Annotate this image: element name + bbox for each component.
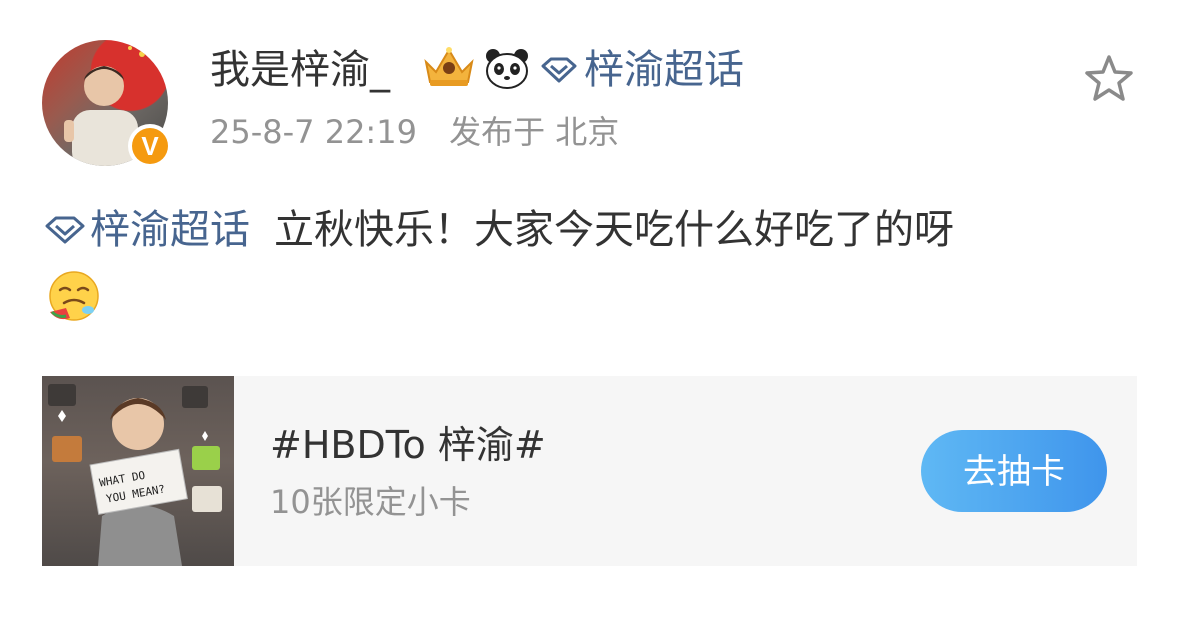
post-text: 立秋快乐！大家今天吃什么好吃了的呀 — [274, 207, 954, 253]
diamond-icon — [45, 216, 85, 244]
panda-icon[interactable] — [484, 48, 530, 90]
topic-link-header[interactable]: 梓渝超话 — [540, 44, 744, 96]
username[interactable]: 我是梓渝_ — [210, 44, 390, 96]
timestamp: 25-8-7 22:19 — [210, 113, 417, 151]
promo-card[interactable]: WHAT DO YOU MEAN? #HBDTo 梓渝# 10张限定小卡 去抽卡 — [42, 376, 1137, 566]
location: 发布于 北京 — [449, 113, 620, 151]
drool-emoji-icon — [49, 271, 99, 321]
weibo-post: V 我是梓渝_ 梓渝超话 25-8-7 22:19 发布于 北京 梓渝超话 立秋… — [0, 0, 1179, 620]
post-body: 梓渝超话 立秋快乐！大家今天吃什么好吃了的呀 — [44, 200, 1134, 260]
draw-card-button[interactable]: 去抽卡 — [921, 430, 1107, 512]
card-subtitle: 10张限定小卡 — [270, 483, 471, 521]
star-icon[interactable] — [1083, 53, 1135, 103]
verified-badge: V — [128, 124, 172, 168]
diamond-icon — [541, 57, 577, 83]
topic-label: 梓渝超话 — [90, 207, 250, 253]
card-photo: WHAT DO YOU MEAN? — [48, 384, 222, 566]
card-thumbnail: WHAT DO YOU MEAN? — [42, 376, 234, 566]
topic-label: 梓渝超话 — [584, 47, 744, 93]
card-title: #HBDTo 梓渝# — [270, 423, 546, 467]
post-meta: 25-8-7 22:19 发布于 北京 — [210, 110, 641, 154]
crown-icon[interactable] — [422, 44, 476, 90]
verified-v-icon: V — [132, 128, 168, 164]
topic-link-body[interactable]: 梓渝超话 — [44, 200, 250, 260]
